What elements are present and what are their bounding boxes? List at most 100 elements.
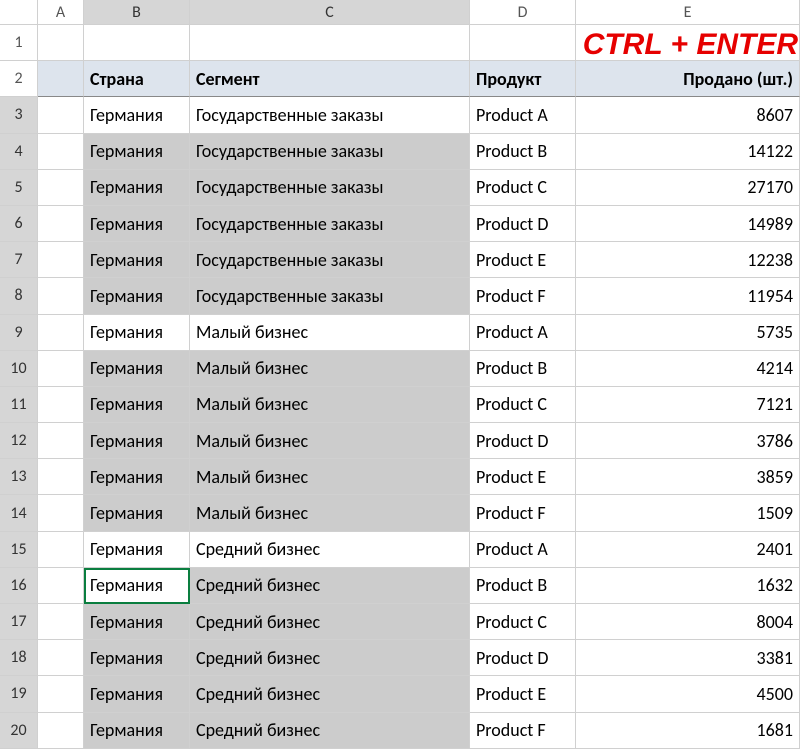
cell-C8[interactable]: Государственные заказы [190,278,470,314]
cell-A6[interactable] [38,206,84,242]
cell-A8[interactable] [38,278,84,314]
cell-A2[interactable] [38,61,84,97]
cell-B20[interactable]: Германия [84,713,190,749]
cell-D19[interactable]: Product E [470,676,576,712]
col-header-C[interactable]: C [190,0,470,25]
cell-D14[interactable]: Product F [470,495,576,531]
cell-D12[interactable]: Product D [470,423,576,459]
cell-A19[interactable] [38,676,84,712]
row-header-15[interactable]: 15 [0,532,38,568]
row-header-1[interactable]: 1 [0,25,38,61]
cell-D18[interactable]: Product D [470,640,576,676]
cell-B2[interactable]: Страна [84,61,190,97]
header-corner[interactable] [0,0,38,25]
cell-B7[interactable]: Германия [84,242,190,278]
cell-C11[interactable]: Малый бизнес [190,387,470,423]
spreadsheet-grid[interactable]: ABCDE12СтранаСегментПродуктПродано (шт.)… [0,0,802,749]
cell-A15[interactable] [38,532,84,568]
row-header-3[interactable]: 3 [0,97,38,133]
cell-A11[interactable] [38,387,84,423]
col-header-D[interactable]: D [470,0,576,25]
cell-E18[interactable]: 3381 [576,640,800,676]
cell-C12[interactable]: Малый бизнес [190,423,470,459]
cell-D7[interactable]: Product E [470,242,576,278]
cell-C13[interactable]: Малый бизнес [190,459,470,495]
cell-C16[interactable]: Средний бизнес [190,568,470,604]
cell-B4[interactable]: Германия [84,134,190,170]
cell-B18[interactable]: Германия [84,640,190,676]
row-header-6[interactable]: 6 [0,206,38,242]
cell-E13[interactable]: 3859 [576,459,800,495]
cell-E6[interactable]: 14989 [576,206,800,242]
cell-B13[interactable]: Германия [84,459,190,495]
cell-A7[interactable] [38,242,84,278]
cell-C18[interactable]: Средний бизнес [190,640,470,676]
cell-E16[interactable]: 1632 [576,568,800,604]
cell-A3[interactable] [38,97,84,133]
cell-E11[interactable]: 7121 [576,387,800,423]
col-header-E[interactable]: E [576,0,800,25]
row-header-20[interactable]: 20 [0,713,38,749]
cell-B10[interactable]: Германия [84,351,190,387]
cell-B15[interactable]: Германия [84,532,190,568]
cell-A10[interactable] [38,351,84,387]
cell-D10[interactable]: Product B [470,351,576,387]
row-header-19[interactable]: 19 [0,676,38,712]
cell-A4[interactable] [38,134,84,170]
cell-B8[interactable]: Германия [84,278,190,314]
cell-A18[interactable] [38,640,84,676]
cell-E3[interactable]: 8607 [576,97,800,133]
cell-C4[interactable]: Государственные заказы [190,134,470,170]
cell-E8[interactable]: 11954 [576,278,800,314]
cell-E9[interactable]: 5735 [576,315,800,351]
cell-E19[interactable]: 4500 [576,676,800,712]
row-header-17[interactable]: 17 [0,604,38,640]
cell-C10[interactable]: Малый бизнес [190,351,470,387]
cell-B3[interactable]: Германия [84,97,190,133]
col-header-A[interactable]: A [38,0,84,25]
row-header-18[interactable]: 18 [0,640,38,676]
cell-D6[interactable]: Product D [470,206,576,242]
cell-B11[interactable]: Германия [84,387,190,423]
cell-B6[interactable]: Германия [84,206,190,242]
col-header-B[interactable]: B [84,0,190,25]
row-header-5[interactable]: 5 [0,170,38,206]
cell-C9[interactable]: Малый бизнес [190,315,470,351]
cell-E14[interactable]: 1509 [576,495,800,531]
cell-A14[interactable] [38,495,84,531]
cell-E2[interactable]: Продано (шт.) [576,61,800,97]
cell-C19[interactable]: Средний бизнес [190,676,470,712]
cell-B14[interactable]: Германия [84,495,190,531]
cell-D17[interactable]: Product C [470,604,576,640]
cell-B5[interactable]: Германия [84,170,190,206]
cell-D4[interactable]: Product B [470,134,576,170]
cell-E12[interactable]: 3786 [576,423,800,459]
cell-E17[interactable]: 8004 [576,604,800,640]
cell-D16[interactable]: Product B [470,568,576,604]
cell-D11[interactable]: Product C [470,387,576,423]
row-header-4[interactable]: 4 [0,134,38,170]
row-header-9[interactable]: 9 [0,315,38,351]
cell-E15[interactable]: 2401 [576,532,800,568]
row-header-7[interactable]: 7 [0,242,38,278]
row-header-13[interactable]: 13 [0,459,38,495]
cell-D2[interactable]: Продукт [470,61,576,97]
cell-A12[interactable] [38,423,84,459]
cell-D15[interactable]: Product A [470,532,576,568]
row-header-2[interactable]: 2 [0,61,38,97]
cell-A17[interactable] [38,604,84,640]
cell-B12[interactable]: Германия [84,423,190,459]
cell-C20[interactable]: Средний бизнес [190,713,470,749]
cell-D20[interactable]: Product F [470,713,576,749]
cell-D9[interactable]: Product A [470,315,576,351]
cell-C7[interactable]: Государственные заказы [190,242,470,278]
cell-B19[interactable]: Германия [84,676,190,712]
cell-B9[interactable]: Германия [84,315,190,351]
cell-A16[interactable] [38,568,84,604]
cell-B17[interactable]: Германия [84,604,190,640]
cell-B16[interactable]: Германия [84,568,190,604]
row-header-10[interactable]: 10 [0,351,38,387]
cell-D8[interactable]: Product F [470,278,576,314]
cell-E10[interactable]: 4214 [576,351,800,387]
cell-A5[interactable] [38,170,84,206]
